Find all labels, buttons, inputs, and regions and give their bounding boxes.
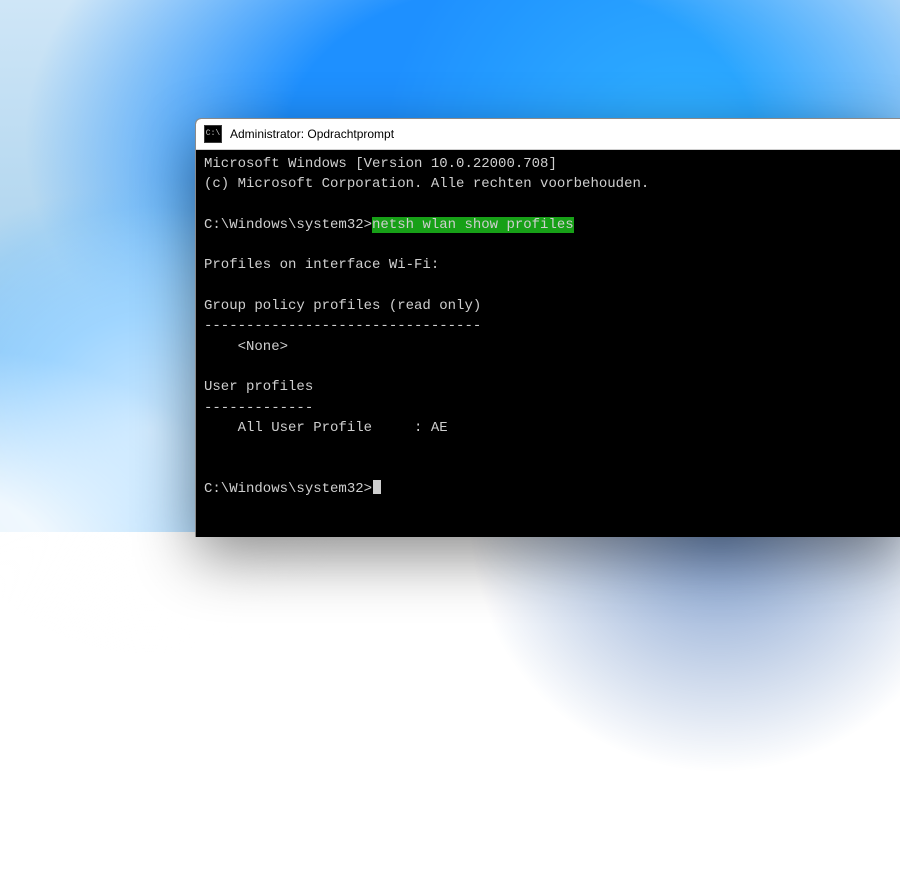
output-group-policy-rule: --------------------------------- bbox=[204, 318, 481, 334]
version-line: Microsoft Windows [Version 10.0.22000.70… bbox=[204, 156, 557, 172]
cmd-window: Administrator: Opdrachtprompt Microsoft … bbox=[195, 118, 900, 537]
output-group-policy-header: Group policy profiles (read only) bbox=[204, 298, 481, 314]
cursor-icon bbox=[373, 480, 381, 494]
output-interface-header: Profiles on interface Wi-Fi: bbox=[204, 257, 439, 273]
terminal-output[interactable]: Microsoft Windows [Version 10.0.22000.70… bbox=[196, 150, 900, 537]
output-user-profiles-rule: ------------- bbox=[204, 400, 313, 416]
cmd-icon bbox=[204, 125, 222, 143]
output-user-profiles-item: All User Profile : AE bbox=[204, 420, 448, 436]
prompt-2-path: C:\Windows\system32> bbox=[204, 481, 372, 497]
prompt-1-path: C:\Windows\system32> bbox=[204, 217, 372, 233]
output-user-profiles-header: User profiles bbox=[204, 379, 313, 395]
titlebar[interactable]: Administrator: Opdrachtprompt bbox=[196, 119, 900, 150]
output-group-policy-none: <None> bbox=[204, 339, 288, 355]
window-title: Administrator: Opdrachtprompt bbox=[230, 127, 394, 141]
copyright-line: (c) Microsoft Corporation. Alle rechten … bbox=[204, 176, 649, 192]
prompt-1-command: netsh wlan show profiles bbox=[372, 217, 574, 233]
